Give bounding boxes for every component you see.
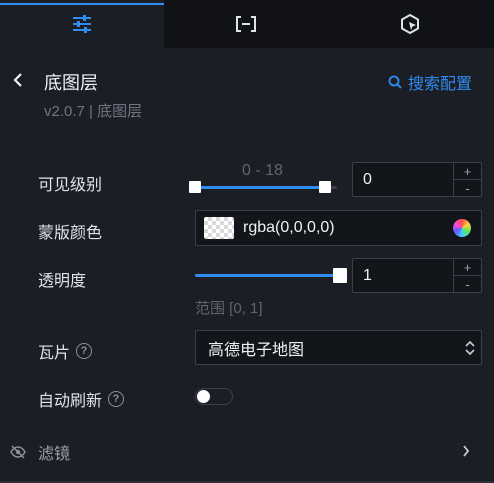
- mask-color-label: 蒙版颜色: [38, 225, 103, 242]
- help-icon[interactable]: ?: [76, 343, 93, 359]
- visible-level-increment[interactable]: +: [454, 163, 481, 180]
- search-config-link[interactable]: 搜索配置: [388, 70, 472, 94]
- tile-select[interactable]: 高德电子地图: [195, 330, 482, 365]
- tile-select-value: 高德电子地图: [208, 341, 305, 359]
- opacity-decrement[interactable]: -: [454, 276, 481, 292]
- interaction-icon: [401, 14, 419, 34]
- filter-label: 滤镜: [38, 446, 71, 463]
- help-icon[interactable]: ?: [108, 391, 125, 407]
- mask-color-picker[interactable]: rgba(0,0,0,0): [195, 210, 482, 246]
- opacity-range-hint: 范围 [0, 1]: [195, 300, 263, 317]
- visible-level-decrement[interactable]: -: [454, 180, 481, 196]
- tab-bar: [0, 0, 494, 48]
- color-swatch[interactable]: [204, 217, 234, 239]
- opacity-stepper: 1 + -: [352, 258, 482, 293]
- visible-level-input[interactable]: 0: [353, 163, 453, 196]
- chevron-left-icon: [13, 73, 22, 87]
- mask-color-value[interactable]: rgba(0,0,0,0): [243, 219, 453, 237]
- filter-section-header[interactable]: 滤镜: [0, 432, 494, 472]
- visible-level-range-hint: 0 - 18: [242, 162, 283, 179]
- auto-refresh-label-row: 自动刷新 ?: [38, 387, 125, 411]
- tile-label-row: 瓦片 ?: [38, 339, 93, 363]
- sliders-icon: [73, 15, 91, 33]
- tile-label: 瓦片: [38, 345, 71, 362]
- tab-config[interactable]: [0, 0, 164, 48]
- back-button[interactable]: [8, 68, 28, 92]
- visible-level-stepper: 0 + -: [352, 162, 482, 197]
- eye-off-icon[interactable]: [10, 445, 26, 459]
- auto-refresh-label: 自动刷新: [38, 393, 103, 410]
- visible-level-label: 可见级别: [38, 177, 103, 194]
- version-text: v2.0.7 | 底图层: [44, 103, 143, 120]
- chevron-right-icon: [463, 445, 470, 457]
- auto-refresh-toggle[interactable]: [195, 388, 233, 405]
- tab-data[interactable]: [164, 0, 328, 48]
- opacity-increment[interactable]: +: [454, 259, 481, 276]
- opacity-label: 透明度: [38, 273, 87, 290]
- toggle-knob: [197, 390, 210, 403]
- tab-interaction[interactable]: [328, 0, 492, 48]
- opacity-handle[interactable]: [333, 268, 347, 283]
- bracket-icon: [236, 16, 256, 32]
- opacity-fill: [195, 274, 340, 277]
- color-wheel-icon[interactable]: [453, 219, 471, 237]
- visible-level-max-handle[interactable]: [319, 181, 331, 193]
- opacity-input[interactable]: 1: [353, 259, 453, 292]
- visible-level-fill: [195, 186, 325, 189]
- select-arrows-icon: [459, 339, 481, 357]
- page-title: 底图层: [44, 73, 98, 93]
- search-icon: [388, 75, 402, 89]
- search-config-label: 搜索配置: [408, 76, 473, 93]
- visible-level-min-handle[interactable]: [189, 181, 201, 193]
